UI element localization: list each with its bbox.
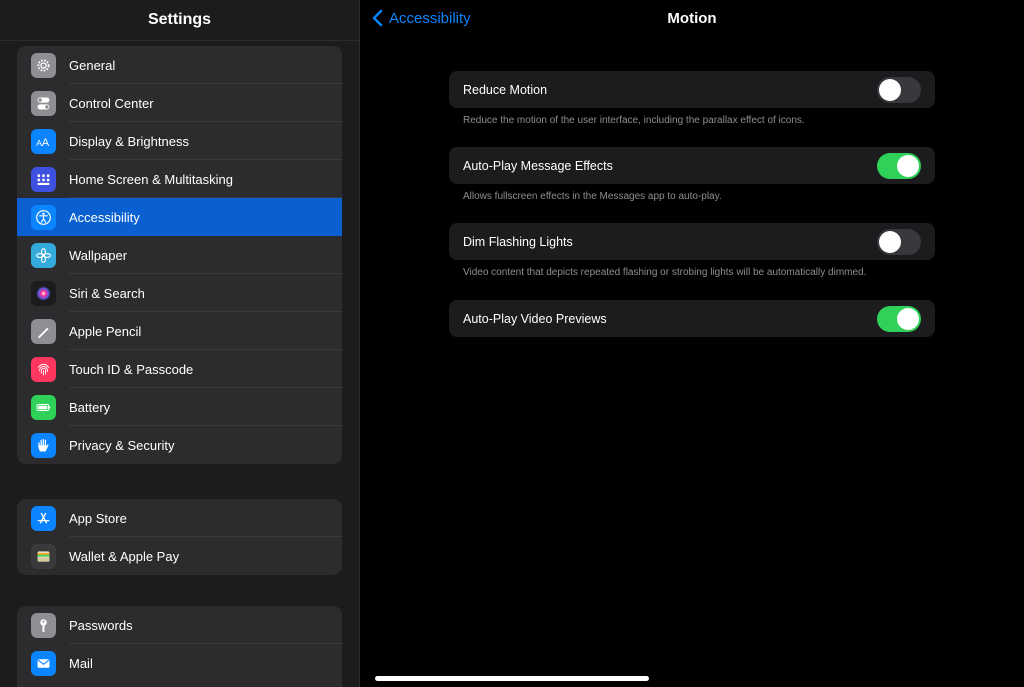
hand-icon xyxy=(31,432,56,458)
sidebar-item-label: Wallpaper xyxy=(69,247,128,263)
mail-icon xyxy=(31,650,56,676)
reduce-motion-row: Reduce Motion xyxy=(449,71,935,108)
reduce-motion-footnote: Reduce the motion of the user interface,… xyxy=(463,115,805,126)
settings-group-main: General Control Center AA Display & Brig… xyxy=(17,46,342,464)
settings-sidebar: Settings General Control Center AA Displ… xyxy=(0,0,360,687)
auto-play-message-effects-toggle[interactable] xyxy=(877,152,921,179)
navigation-bar: Accessibility Motion xyxy=(360,0,1024,38)
sidebar-item-label: Display & Brightness xyxy=(69,133,189,149)
text-size-icon: AA xyxy=(31,128,56,154)
sidebar-item-siri-search[interactable]: Siri & Search xyxy=(17,274,342,312)
dim-flashing-lights-toggle[interactable] xyxy=(877,228,921,255)
grid-icon xyxy=(31,166,56,192)
sidebar-item-wallpaper[interactable]: Wallpaper xyxy=(17,236,342,274)
setting-label: Auto-Play Message Effects xyxy=(463,158,613,173)
sidebar-item-label: Control Center xyxy=(69,95,154,111)
sidebar-item-label: Touch ID & Passcode xyxy=(69,361,194,377)
svg-text:A: A xyxy=(42,136,50,148)
accessibility-icon xyxy=(31,204,56,230)
sidebar-item-label: Home Screen & Multitasking xyxy=(69,171,234,187)
sidebar-item-accessibility[interactable]: Accessibility xyxy=(17,198,342,236)
sidebar-item-label: Mail xyxy=(69,655,93,671)
sidebar-item-battery[interactable]: Battery xyxy=(17,388,342,426)
sidebar-title: Settings xyxy=(0,0,359,41)
auto-play-message-effects-footnote: Allows fullscreen effects in the Message… xyxy=(463,191,722,202)
sidebar-item-control-center[interactable]: Control Center xyxy=(17,84,342,122)
sidebar-item-apple-pencil[interactable]: Apple Pencil xyxy=(17,312,342,350)
app-store-icon xyxy=(31,505,56,531)
home-indicator xyxy=(375,676,649,681)
setting-label: Reduce Motion xyxy=(463,82,548,97)
page-title: Motion xyxy=(667,10,717,27)
sidebar-item-label: Privacy & Security xyxy=(69,437,175,453)
sidebar-item-passwords[interactable]: Passwords xyxy=(17,606,342,644)
reduce-motion-toggle[interactable] xyxy=(877,76,921,103)
sidebar-item-label: General xyxy=(69,57,116,73)
key-icon xyxy=(31,612,56,638)
dim-flashing-lights-footnote: Video content that depicts repeated flas… xyxy=(463,267,867,278)
sidebar-item-label: App Store xyxy=(69,510,127,526)
battery-icon xyxy=(31,394,56,420)
settings-group-accounts: Passwords Mail xyxy=(17,606,342,687)
sidebar-item-display-brightness[interactable]: AA Display & Brightness xyxy=(17,122,342,160)
wallet-icon xyxy=(31,543,56,569)
sidebar-item-label: Accessibility xyxy=(69,209,140,225)
sidebar-item-mail[interactable]: Mail xyxy=(17,644,342,682)
sidebar-item-privacy-security[interactable]: Privacy & Security xyxy=(17,426,342,464)
sidebar-item-wallet[interactable]: Wallet & Apple Pay xyxy=(17,537,342,575)
settings-group-store: App Store Wallet & Apple Pay xyxy=(17,499,342,575)
setting-label: Auto-Play Video Previews xyxy=(463,311,607,326)
siri-icon xyxy=(31,280,56,306)
dim-flashing-lights-row: Dim Flashing Lights xyxy=(449,223,935,260)
sidebar-item-app-store[interactable]: App Store xyxy=(17,499,342,537)
sidebar-item-label: Wallet & Apple Pay xyxy=(69,548,180,564)
pencil-icon xyxy=(31,318,56,344)
sidebar-item-label: Siri & Search xyxy=(69,285,145,301)
gear-icon xyxy=(31,52,56,78)
sidebar-item-touch-id[interactable]: Touch ID & Passcode xyxy=(17,350,342,388)
sidebar-item-home-screen[interactable]: Home Screen & Multitasking xyxy=(17,160,342,198)
auto-play-video-previews-toggle[interactable] xyxy=(877,305,921,332)
sidebar-item-label: Apple Pencil xyxy=(69,323,142,339)
auto-play-message-effects-row: Auto-Play Message Effects xyxy=(449,147,935,184)
setting-label: Dim Flashing Lights xyxy=(463,234,573,249)
auto-play-video-previews-row: Auto-Play Video Previews xyxy=(449,300,935,337)
fingerprint-icon xyxy=(31,356,56,382)
motion-detail-pane: Accessibility Motion Reduce Motion Reduc… xyxy=(360,0,1024,687)
flower-icon xyxy=(31,242,56,268)
switches-icon xyxy=(31,90,56,116)
sidebar-item-label: Battery xyxy=(69,399,111,415)
sidebar-item-general[interactable]: General xyxy=(17,46,342,84)
sidebar-item-label: Passwords xyxy=(69,617,133,633)
